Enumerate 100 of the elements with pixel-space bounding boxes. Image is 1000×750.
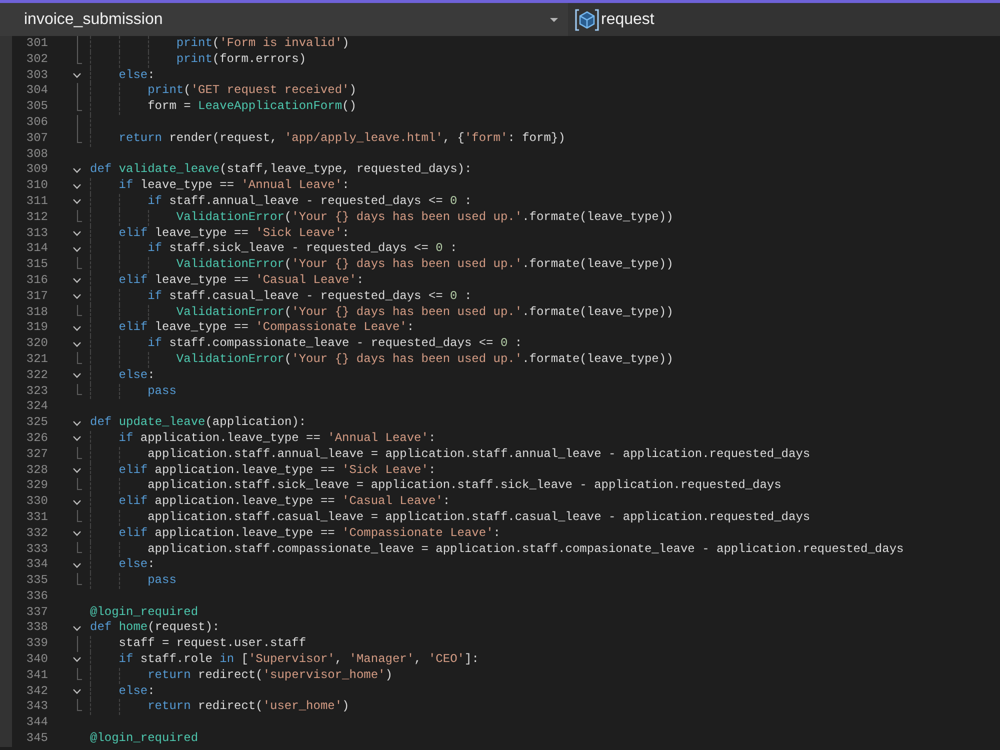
code-line: else: (118, 68, 155, 82)
code-line: form = LeaveApplicationForm() (148, 99, 356, 114)
line-number: 315 (26, 257, 48, 273)
line-number: 341 (26, 668, 48, 684)
code-line: print('Form is invalid') (176, 36, 350, 50)
line-number: 340 (26, 652, 48, 668)
line-number: 305 (26, 99, 48, 115)
code-line: if staff.role in ['Supervisor', 'Manager', 'CEO']: (118, 652, 479, 666)
chevron-down-icon[interactable] (73, 436, 81, 442)
code-line: return render(request, 'app/apply_leave.html', {'form': form}) (118, 130, 566, 145)
code-line: elif leave_type == 'Casual Leave': (118, 272, 364, 287)
chevron-down-icon[interactable] (73, 420, 81, 426)
code-line: if leave_type == 'Annual Leave': (118, 178, 350, 192)
code-line: elif leave_type == 'Sick Leave': (118, 226, 350, 240)
code-line: ValidationError('Your {} days has been used up.'.formate(leave_type)) (176, 352, 674, 366)
line-number: 314 (26, 241, 48, 258)
code-line: @login_required (90, 604, 198, 619)
code-line: if staff.sick_leave - requested_days <= 0 : (148, 241, 458, 256)
chevron-down-icon[interactable] (73, 168, 81, 173)
line-number: 323 (26, 384, 48, 400)
code-line: print('GET request received') (148, 83, 356, 98)
line-number: 311 (26, 194, 48, 210)
line-number: 328 (26, 462, 48, 478)
code-line: print(form.errors) (176, 52, 306, 66)
line-number: 312 (26, 210, 48, 226)
line-number: 310 (26, 178, 48, 194)
caret-icon (550, 18, 558, 22)
line-number: 342 (26, 684, 48, 700)
code-line: if application.leave_type == 'Annual Leave': (118, 430, 436, 445)
chevron-down-icon[interactable] (73, 531, 81, 536)
chevron-down-icon[interactable] (73, 184, 81, 189)
code-line: staff = request.user.staff (118, 636, 306, 650)
code-line: pass (148, 573, 176, 588)
line-number: 331 (26, 510, 48, 526)
code-line: ValidationError('Your {} days has been used up.'.formate(leave_type)) (176, 210, 674, 224)
code-line: application.staff.compassionate_leave = application.staff.compasionate_leave - application.requested_days (148, 542, 904, 556)
code-line: application.staff.sick_leave = application.staff.sick_leave - application.requested_days (148, 478, 782, 492)
line-number: 316 (26, 272, 48, 289)
line-number: 343 (26, 699, 48, 716)
code-line: elif application.leave_type == 'Compassionate Leave': (118, 526, 500, 540)
code-line: ValidationError('Your {} days has been used up.'.formate(leave_type)) (176, 257, 674, 272)
line-number: 332 (26, 526, 48, 542)
line-number: 344 (26, 715, 48, 732)
line-number: 335 (26, 573, 48, 589)
code-line: application.staff.annual_leave = application.staff.annual_leave - application.requested_days (148, 446, 810, 461)
line-number: 333 (26, 542, 48, 558)
chevron-down-icon[interactable] (73, 689, 81, 694)
line-number: 327 (26, 446, 48, 463)
code-line: pass (148, 384, 176, 398)
line-number: 319 (26, 320, 48, 336)
chevron-down-icon[interactable] (73, 626, 81, 631)
chevron-down-icon[interactable] (73, 373, 81, 378)
chevron-down-icon[interactable] (73, 326, 81, 331)
line-number: 324 (26, 399, 48, 416)
line-number: 303 (26, 68, 48, 84)
line-number: 307 (26, 130, 48, 147)
chevron-down-icon[interactable] (73, 500, 81, 504)
line-number: 329 (26, 478, 48, 494)
scope-dropdown[interactable]: invoice_submission (0, 3, 568, 36)
line-number: 301 (26, 36, 48, 52)
code-line: elif leave_type == 'Compassionate Leave': (118, 320, 414, 334)
line-number: 339 (26, 636, 48, 652)
code-line: ValidationError('Your {} days has been used up.'.formate(leave_type)) (176, 304, 674, 319)
line-number: 321 (26, 352, 48, 368)
chevron-down-icon[interactable] (73, 199, 81, 204)
line-number: 306 (26, 114, 48, 131)
code-line: return redirect('supervisor_home') (148, 668, 392, 682)
chevron-down-icon[interactable] (73, 657, 81, 662)
code-line: elif application.leave_type == 'Sick Leave': (118, 462, 436, 477)
code-line: def home(request): (90, 620, 220, 634)
chevron-down-icon[interactable] (73, 342, 81, 347)
line-number: 338 (26, 620, 48, 636)
line-number: 330 (26, 494, 48, 510)
line-number: 313 (26, 226, 48, 242)
line-number: 317 (26, 288, 48, 305)
code-line: else: (118, 368, 155, 382)
code-line: if staff.compassionate_leave - requested_days <= 0 : (148, 336, 522, 350)
line-number: 345 (26, 731, 48, 747)
line-number: 322 (26, 368, 48, 384)
line-number: 334 (26, 557, 48, 574)
code-line: @login_required (90, 731, 198, 746)
chevron-down-icon[interactable] (73, 562, 81, 568)
line-number: 302 (26, 52, 48, 68)
chevron-down-icon[interactable] (73, 278, 81, 284)
code-line: else: (118, 684, 155, 698)
chevron-down-icon[interactable] (73, 230, 81, 236)
code-line: if staff.annual_leave - requested_days <= 0 : (148, 194, 472, 208)
line-number: 337 (26, 604, 48, 620)
code-line: elif application.leave_type == 'Casual Leave': (118, 494, 450, 508)
line-number: 318 (26, 304, 48, 320)
code-line: def update_leave(application): (90, 415, 306, 430)
line-number: 325 (26, 415, 48, 431)
line-number: 309 (26, 162, 48, 178)
chevron-down-icon[interactable] (73, 246, 81, 252)
chevron-down-icon[interactable] (73, 468, 81, 473)
code-line: def validate_leave(staff,leave_type, requested_days): (90, 162, 472, 176)
code-line: return redirect('user_home') (148, 699, 350, 714)
code-line: else: (118, 557, 155, 572)
chevron-down-icon[interactable] (73, 72, 81, 78)
chevron-down-icon[interactable] (73, 294, 81, 300)
